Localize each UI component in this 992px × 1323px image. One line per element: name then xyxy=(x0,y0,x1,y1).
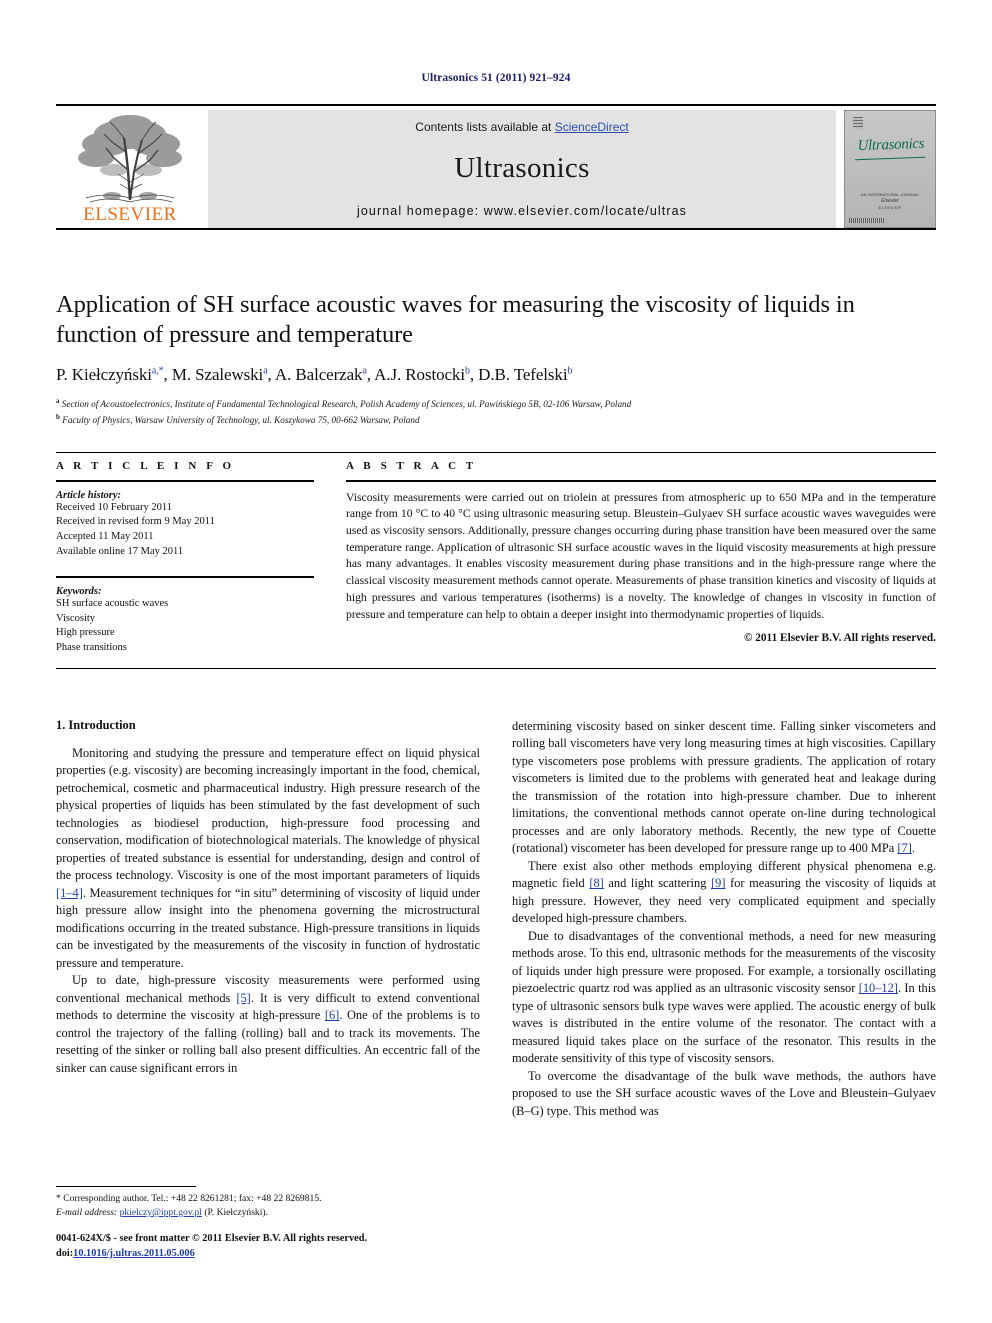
article-history-item: Available online 17 May 2011 xyxy=(56,546,184,558)
keyword-item: Viscosity xyxy=(56,612,96,624)
article-history-item: Received 10 February 2011 xyxy=(56,501,172,513)
author-name: D.B. Tefelski xyxy=(478,365,568,385)
article-info-label: A R T I C L E I N F O xyxy=(56,460,235,472)
keywords-heading: Keywords: xyxy=(56,585,102,597)
citation-link[interactable]: [8] xyxy=(589,876,603,890)
article-page: Ultrasonics 51 (2011) 921–924 ELSEVIER C… xyxy=(0,0,992,1323)
body-paragraph: Up to date, high-pressure viscosity meas… xyxy=(56,973,480,1075)
affiliation-line: a Section of Acoustoelectronics, Institu… xyxy=(56,397,632,410)
author-affiliation-mark: a xyxy=(263,365,268,377)
issn-line: 0041-624X/$ - see front matter © 2011 El… xyxy=(56,1233,368,1244)
email-note: E-mail address: pkielczy@ippt.gov.pl (P.… xyxy=(56,1206,480,1220)
abstract-rule xyxy=(346,480,936,482)
elsevier-logo: ELSEVIER xyxy=(56,110,204,228)
citation-link[interactable]: [9] xyxy=(711,876,725,890)
info-abstract-bottom-rule xyxy=(56,668,936,670)
page-footer: 0041-624X/$ - see front matter © 2011 El… xyxy=(56,1232,556,1261)
corresponding-author-note: * Corresponding author. Tel.: +48 22 826… xyxy=(56,1193,322,1204)
contents-lists-line: Contents lists available at ScienceDirec… xyxy=(208,120,836,134)
right-column-paragraphs: determining viscosity based on sinker de… xyxy=(512,718,936,1120)
affiliation-mark: a xyxy=(56,397,60,406)
author-name: A. Balcerzak xyxy=(274,365,363,385)
citation-link[interactable]: [6] xyxy=(325,1008,339,1022)
article-history-list: Received 10 February 2011 Received in rev… xyxy=(56,501,314,561)
sciencedirect-link[interactable]: ScienceDirect xyxy=(555,120,629,134)
author-affiliation-mark: a,* xyxy=(151,365,164,377)
doi-label: doi: xyxy=(56,1247,74,1259)
masthead-bottom-rule xyxy=(56,228,936,230)
author-name: M. Szalewski xyxy=(171,365,264,385)
article-history-heading: Article history: xyxy=(56,489,122,501)
keyword-item: High pressure xyxy=(56,627,115,639)
article-history-item: Accepted 11 May 2011 xyxy=(56,531,154,543)
journal-name: Ultrasonics xyxy=(454,152,590,184)
keywords-rule xyxy=(56,576,314,578)
journal-banner: Contents lists available at ScienceDirec… xyxy=(208,110,836,228)
elsevier-tree-icon xyxy=(78,115,182,203)
body-columns: 1. Introduction Monitoring and studying … xyxy=(56,718,936,1120)
citation-link[interactable]: [5] xyxy=(236,991,250,1005)
author-affiliation-mark: b xyxy=(464,365,470,377)
masthead-top-rule xyxy=(56,104,936,106)
author-name: P. Kiełczyński xyxy=(56,365,152,385)
abstract-copyright: © 2011 Elsevier B.V. All rights reserved… xyxy=(743,632,936,645)
keywords-list: SH surface acoustic waves Viscosity High p… xyxy=(56,597,314,657)
title-block: Application of SH surface acoustic waves… xyxy=(56,290,936,427)
email-label: E-mail address: xyxy=(56,1206,118,1218)
body-paragraph: determining viscosity based on sinker de… xyxy=(512,719,936,856)
article-info-rule xyxy=(56,480,314,482)
abstract-column: A B S T R A C T Viscosity measurements w… xyxy=(330,460,936,656)
abstract-text: Viscosity measurements were carried out … xyxy=(346,490,936,621)
left-column-paragraphs: Monitoring and studying the pressure and… xyxy=(56,745,480,1077)
article-title: Application of SH surface acoustic waves… xyxy=(56,291,855,349)
body-paragraph: There exist also other methods employing… xyxy=(512,858,936,926)
email-owner: (P. Kiełczyński). xyxy=(204,1206,268,1218)
author-affiliation-mark: b xyxy=(567,365,573,377)
body-paragraph: Due to disadvantages of the conventional… xyxy=(512,928,936,1066)
author-affiliation-mark: a xyxy=(362,365,367,377)
running-head: Ultrasonics 51 (2011) 921–924 xyxy=(421,72,571,84)
info-abstract-block: A R T I C L E I N F O Article history: R… xyxy=(56,452,936,670)
body-paragraph: Monitoring and studying the pressure and… xyxy=(56,746,480,970)
citation-link[interactable]: [1–4] xyxy=(56,886,83,900)
journal-masthead: ELSEVIER Contents lists available at Sci… xyxy=(56,104,936,230)
cover-journal-title: Ultrasonics xyxy=(857,135,925,155)
body-column-right: determining viscosity based on sinker de… xyxy=(512,718,936,1120)
section-title-introduction: 1. Introduction xyxy=(56,718,136,732)
elsevier-wordmark: ELSEVIER xyxy=(83,204,177,225)
doi-link[interactable]: 10.1016/j.ultras.2011.05.006 xyxy=(73,1248,195,1259)
footnote-block: * Corresponding author. Tel.: +48 22 826… xyxy=(56,1186,480,1220)
email-link[interactable]: pkielczy@ippt.gov.pl xyxy=(120,1207,202,1218)
journal-homepage[interactable]: journal homepage: www.elsevier.com/locat… xyxy=(208,204,836,218)
abstract-body: Viscosity measurements were carried out … xyxy=(346,490,936,645)
body-paragraph: To overcome the disadvantage of the bulk… xyxy=(512,1068,936,1118)
author-name: A.J. Rostocki xyxy=(374,365,465,385)
cover-footer-text: AN INTERNATIONAL JOURNAL Elsevier ELSEVI… xyxy=(860,191,919,211)
citation-link[interactable]: [10–12] xyxy=(859,981,898,995)
cover-barcode-icon xyxy=(853,117,863,129)
cover-bottom-bar xyxy=(849,218,885,223)
footnote-rule xyxy=(56,1186,196,1187)
abstract-label: A B S T R A C T xyxy=(346,460,477,472)
doi-line: doi:10.1016/j.ultras.2011.05.006 xyxy=(56,1247,556,1262)
article-history-item: Received in revised form 9 May 2011 xyxy=(56,516,215,528)
contents-lists-prefix: Contents lists available at xyxy=(415,120,555,134)
affiliation-list: a Section of Acoustoelectronics, Institu… xyxy=(56,396,936,427)
cover-underline xyxy=(855,156,925,161)
author-list: P. Kiełczyńskia,*, M. Szalewskia, A. Bal… xyxy=(56,365,573,385)
article-info-column: A R T I C L E I N F O Article history: R… xyxy=(56,460,314,656)
citation-link[interactable]: [7] xyxy=(897,841,911,855)
affiliation-line: b Faculty of Physics, Warsaw University … xyxy=(56,412,420,425)
keyword-item: SH surface acoustic waves xyxy=(56,597,169,609)
affiliation-mark: b xyxy=(56,412,60,421)
body-column-left: 1. Introduction Monitoring and studying … xyxy=(56,718,480,1120)
journal-cover-thumbnail: Ultrasonics AN INTERNATIONAL JOURNAL Els… xyxy=(844,110,936,228)
keyword-item: Phase transitions xyxy=(56,642,127,654)
